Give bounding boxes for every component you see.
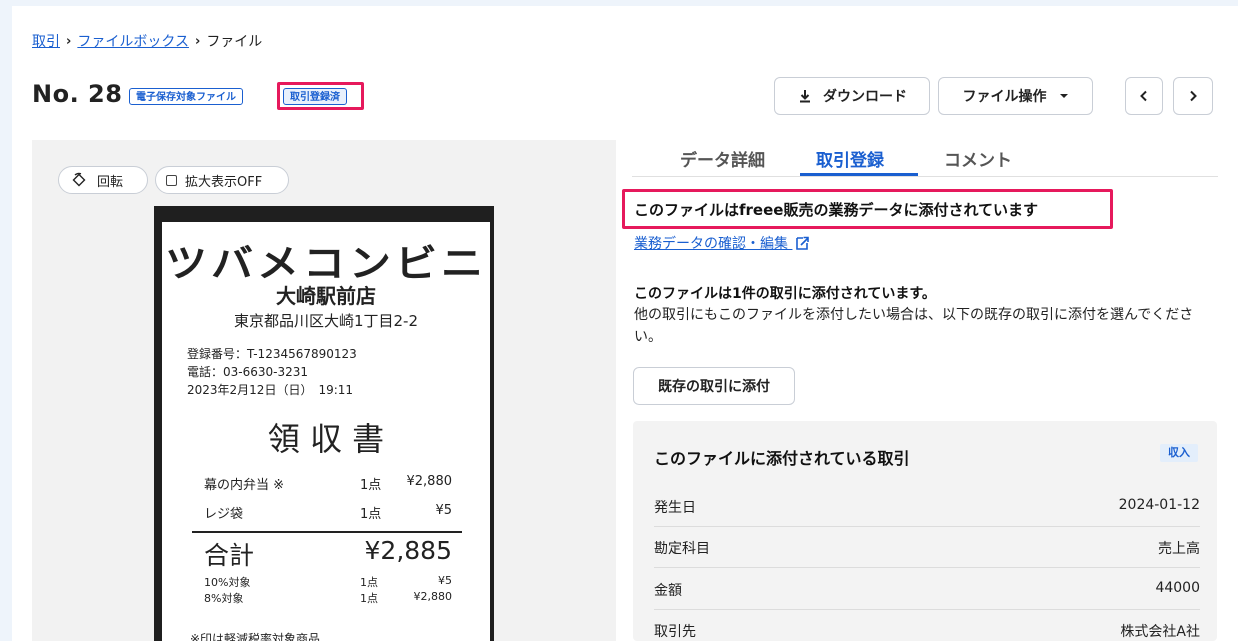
receipt-item-name: レジ袋: [204, 507, 244, 522]
row-value-partner: 株式会社A社: [1120, 624, 1200, 640]
row-divider: [654, 567, 1200, 568]
rotate-button[interactable]: 回転: [58, 166, 148, 194]
detail-tabs: データ詳細 取引登録 コメント: [632, 140, 1218, 177]
download-label: ダウンロード: [823, 89, 907, 105]
row-divider: [654, 609, 1200, 610]
rotate-icon: [72, 172, 86, 187]
breadcrumb-current: ファイル: [206, 34, 263, 50]
row-value-date: 2024-01-12: [1118, 497, 1200, 513]
checkbox-icon[interactable]: [166, 174, 177, 186]
receipt-tax-qty: 1点: [360, 576, 378, 589]
file-operations-dropdown[interactable]: ファイル操作: [938, 77, 1093, 115]
chevron-left-icon: [1140, 90, 1147, 102]
breadcrumb: 取引 › ファイルボックス › ファイル: [32, 31, 262, 51]
tab-data-details[interactable]: データ詳細: [680, 146, 765, 171]
page-left-edge: [0, 0, 12, 641]
receipt-total-value: ¥2,885: [364, 536, 452, 565]
previous-file-button[interactable]: [1125, 77, 1163, 115]
breadcrumb-separator: ›: [66, 33, 72, 49]
row-label-date: 発生日: [654, 500, 696, 516]
row-value-amount: 44000: [1155, 580, 1200, 596]
caret-down-icon: [1059, 94, 1068, 98]
receipt-item-name: 幕の内弁当 ※: [204, 478, 285, 493]
receipt-item-qty: 1点: [360, 507, 382, 522]
receipt-document-title: 領 収 書: [267, 420, 385, 458]
external-link-icon: [796, 236, 810, 250]
income-tag: 収入: [1160, 444, 1198, 462]
chevron-right-icon: [1190, 90, 1197, 102]
receipt-datetime: 2023年2月12日（日） 19:11: [187, 383, 354, 397]
receipt-registration-number: 登録番号：T-1234567890123: [187, 347, 357, 361]
row-label-amount: 金額: [654, 583, 682, 599]
row-value-account: 売上高: [1158, 541, 1200, 557]
receipt-item-price: ¥5: [435, 503, 452, 518]
row-label-account: 勘定科目: [654, 541, 710, 557]
receipt-tax-qty: 1点: [360, 592, 378, 605]
receipt-image: ツバメコンビニ 大崎駅前店 東京都品川区大崎1丁目2-2 登録番号：T-1234…: [162, 222, 490, 641]
attach-existing-button[interactable]: 既存の取引に添付: [633, 367, 795, 405]
active-tab-indicator: [800, 173, 918, 176]
tab-transaction-registration[interactable]: 取引登録: [816, 146, 884, 171]
registered-badge: 取引登録済: [283, 88, 347, 105]
business-data-link-label: 業務データの確認・編集: [634, 236, 788, 252]
receipt-branch: 大崎駅前店: [276, 284, 376, 308]
zoom-toggle[interactable]: 拡大表示OFF: [155, 166, 289, 194]
receipt-address: 東京都品川区大崎1丁目2-2: [233, 312, 419, 330]
receipt-phone: 電話：03-6630-3231: [187, 365, 309, 379]
help-text: 他の取引にもこのファイルを添付したい場合は、以下の既存の取引に添付を選んでくださ…: [634, 307, 1194, 345]
receipt-tax-price: ¥5: [438, 574, 452, 587]
receipt-divider: [192, 531, 462, 533]
attachment-notice: このファイルはfreee販売の業務データに添付されています: [634, 201, 1038, 219]
receipt-tax-name: 8%対象: [204, 592, 244, 605]
storage-badge: 電子保存対象ファイル: [129, 88, 243, 105]
download-button[interactable]: ダウンロード: [774, 77, 930, 115]
breadcrumb-link-transactions[interactable]: 取引: [32, 31, 60, 51]
page-top-edge: [0, 0, 1238, 6]
receipt-tax-price: ¥2,880: [413, 590, 453, 603]
receipt-tax-name: 10%対象: [204, 576, 251, 589]
receipt-footnote: ※印は軽減税率対象商品: [190, 632, 321, 641]
receipt-item-price: ¥2,880: [406, 474, 453, 489]
row-divider: [654, 526, 1200, 527]
breadcrumb-separator: ›: [194, 33, 201, 49]
tab-comments[interactable]: コメント: [944, 146, 1012, 171]
zoom-label: 拡大表示OFF: [185, 174, 263, 190]
page-title: No. 28: [32, 80, 123, 108]
attached-count-text: このファイルは1件の取引に添付されています。: [634, 286, 936, 302]
file-operations-label: ファイル操作: [962, 89, 1047, 105]
receipt-item-qty: 1点: [360, 478, 382, 493]
next-file-button[interactable]: [1173, 77, 1213, 115]
business-data-link[interactable]: 業務データの確認・編集: [634, 233, 810, 253]
receipt-total-label: 合計: [204, 541, 255, 570]
row-label-partner: 取引先: [654, 624, 696, 640]
download-icon: [800, 90, 810, 103]
breadcrumb-link-filebox[interactable]: ファイルボックス: [77, 31, 189, 51]
rotate-label: 回転: [97, 174, 124, 190]
card-title: このファイルに添付されている取引: [654, 449, 910, 468]
